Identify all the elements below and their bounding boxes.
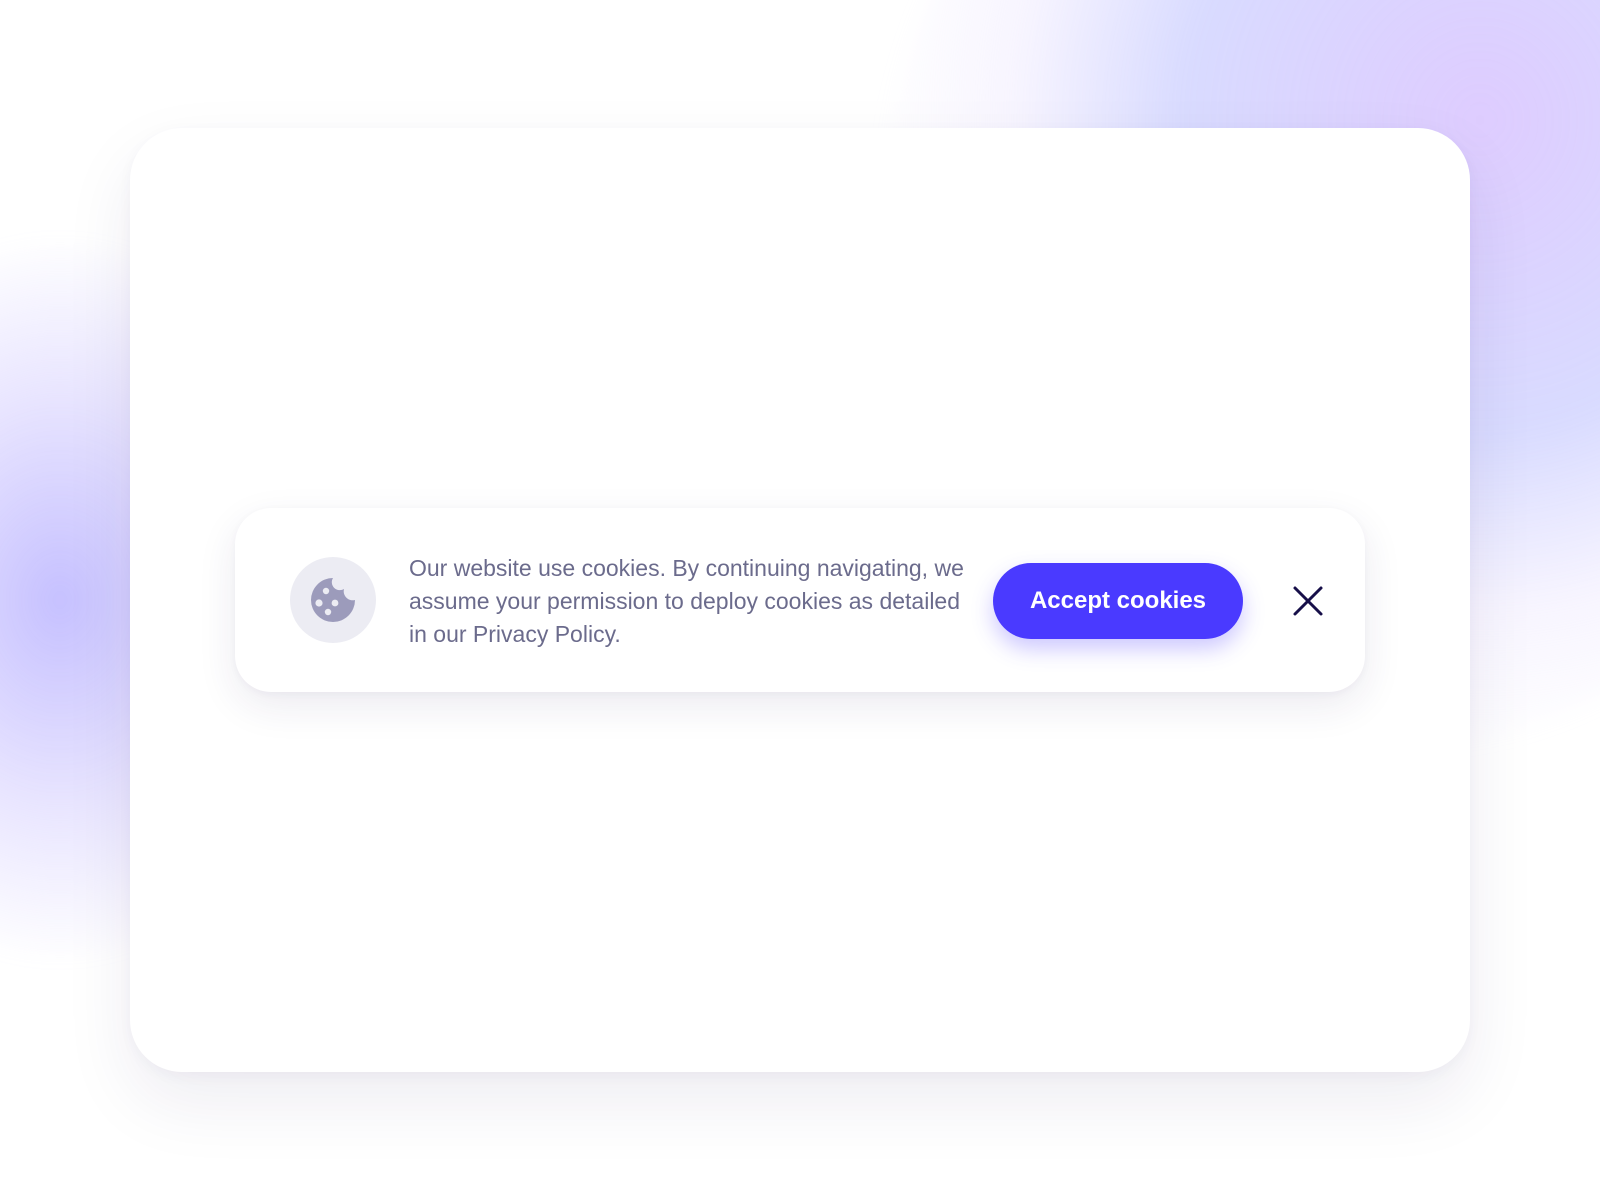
cookie-icon-badge: [290, 557, 376, 643]
accept-cookies-button[interactable]: Accept cookies: [993, 563, 1243, 639]
cookie-message: Our website use cookies. By continuing n…: [409, 555, 964, 647]
close-button[interactable]: [1283, 576, 1333, 626]
close-icon: [1293, 586, 1323, 616]
cookie-banner: Our website use cookies. By continuing n…: [235, 508, 1365, 692]
cookie-icon: [311, 578, 355, 622]
